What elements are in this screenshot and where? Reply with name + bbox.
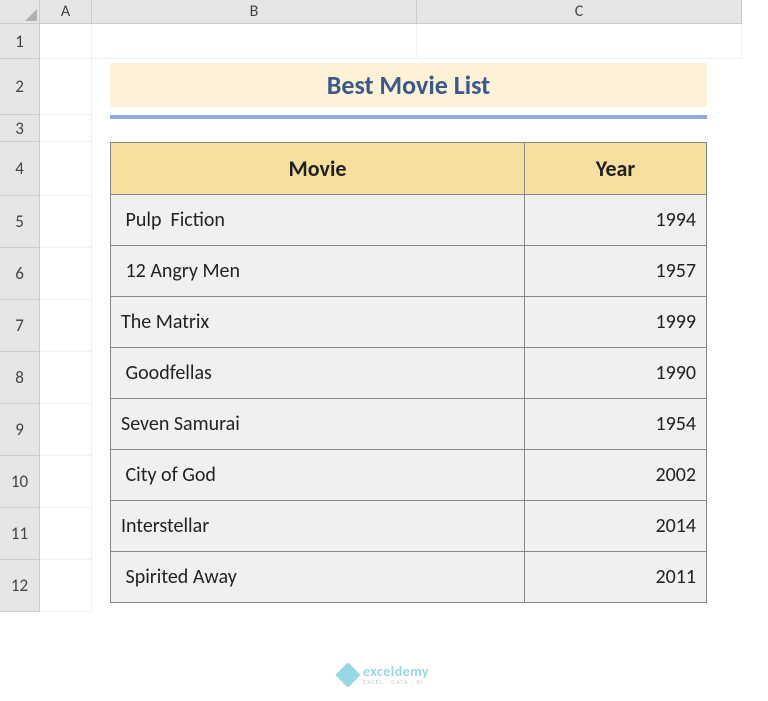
- table-row[interactable]: 12 Angry Men1957: [111, 246, 707, 297]
- row-header-4[interactable]: 4: [0, 142, 40, 196]
- row-header-12[interactable]: 12: [0, 560, 40, 612]
- table-row[interactable]: Interstellar2014: [111, 501, 707, 552]
- col-year[interactable]: Year: [525, 143, 707, 195]
- movie-table: Movie Year Pulp Fiction1994 12 Angry Men…: [110, 142, 707, 603]
- cell-year[interactable]: 1994: [525, 195, 707, 246]
- row-header-2[interactable]: 2: [0, 59, 40, 115]
- table-header-row: Movie Year: [111, 143, 707, 195]
- row-header-8[interactable]: 8: [0, 352, 40, 404]
- col-header-A[interactable]: A: [40, 0, 92, 24]
- col-header-C[interactable]: C: [417, 0, 742, 24]
- cell-movie[interactable]: City of God: [111, 450, 525, 501]
- row-header-9[interactable]: 9: [0, 404, 40, 456]
- cell-movie[interactable]: Interstellar: [111, 501, 525, 552]
- cell-movie[interactable]: Seven Samurai: [111, 399, 525, 450]
- cell-A2[interactable]: [40, 59, 92, 115]
- cell-year[interactable]: 2011: [525, 552, 707, 603]
- row-header-6[interactable]: 6: [0, 248, 40, 300]
- cell-A9[interactable]: [40, 404, 92, 456]
- table-row[interactable]: Goodfellas1990: [111, 348, 707, 399]
- cell-C1[interactable]: [417, 24, 742, 59]
- watermark-logo-icon: [335, 662, 360, 687]
- cell-year[interactable]: 1957: [525, 246, 707, 297]
- cell-movie[interactable]: Pulp Fiction: [111, 195, 525, 246]
- col-movie[interactable]: Movie: [111, 143, 525, 195]
- cell-A11[interactable]: [40, 508, 92, 560]
- cell-year[interactable]: 1954: [525, 399, 707, 450]
- table-row[interactable]: Spirited Away2011: [111, 552, 707, 603]
- row-header-1[interactable]: 1: [0, 24, 40, 59]
- cell-A7[interactable]: [40, 300, 92, 352]
- select-all-corner[interactable]: [0, 0, 40, 24]
- cell-movie[interactable]: The Matrix: [111, 297, 525, 348]
- table-row[interactable]: The Matrix1999: [111, 297, 707, 348]
- cell-A10[interactable]: [40, 456, 92, 508]
- cell-movie[interactable]: Goodfellas: [111, 348, 525, 399]
- cell-year[interactable]: 1990: [525, 348, 707, 399]
- cell-A8[interactable]: [40, 352, 92, 404]
- title-underline: [110, 115, 707, 119]
- spreadsheet-grid: A B C 1 2 Best Movie List 3 4 Movie Year…: [0, 0, 768, 612]
- cell-movie[interactable]: Spirited Away: [111, 552, 525, 603]
- cell-A4[interactable]: [40, 142, 92, 196]
- col-header-B[interactable]: B: [92, 0, 417, 24]
- watermark: exceldemy EXCEL · DATA · BI: [339, 665, 429, 685]
- watermark-tag: EXCEL · DATA · BI: [363, 679, 429, 685]
- watermark-brand: exceldemy: [363, 665, 429, 679]
- cell-A3[interactable]: [40, 115, 92, 142]
- row-header-10[interactable]: 10: [0, 456, 40, 508]
- cell-A12[interactable]: [40, 560, 92, 612]
- cell-year[interactable]: 2002: [525, 450, 707, 501]
- row-header-5[interactable]: 5: [0, 196, 40, 248]
- cell-year[interactable]: 2014: [525, 501, 707, 552]
- cell-B1[interactable]: [92, 24, 417, 59]
- cell-A6[interactable]: [40, 248, 92, 300]
- table-row[interactable]: Pulp Fiction1994: [111, 195, 707, 246]
- cell-A1[interactable]: [40, 24, 92, 59]
- table-row[interactable]: Seven Samurai1954: [111, 399, 707, 450]
- page-title: Best Movie List: [110, 63, 707, 107]
- cell-year[interactable]: 1999: [525, 297, 707, 348]
- row-header-3[interactable]: 3: [0, 115, 40, 142]
- row-header-11[interactable]: 11: [0, 508, 40, 560]
- table-row[interactable]: City of God2002: [111, 450, 707, 501]
- row-header-7[interactable]: 7: [0, 300, 40, 352]
- cell-A5[interactable]: [40, 196, 92, 248]
- cell-movie[interactable]: 12 Angry Men: [111, 246, 525, 297]
